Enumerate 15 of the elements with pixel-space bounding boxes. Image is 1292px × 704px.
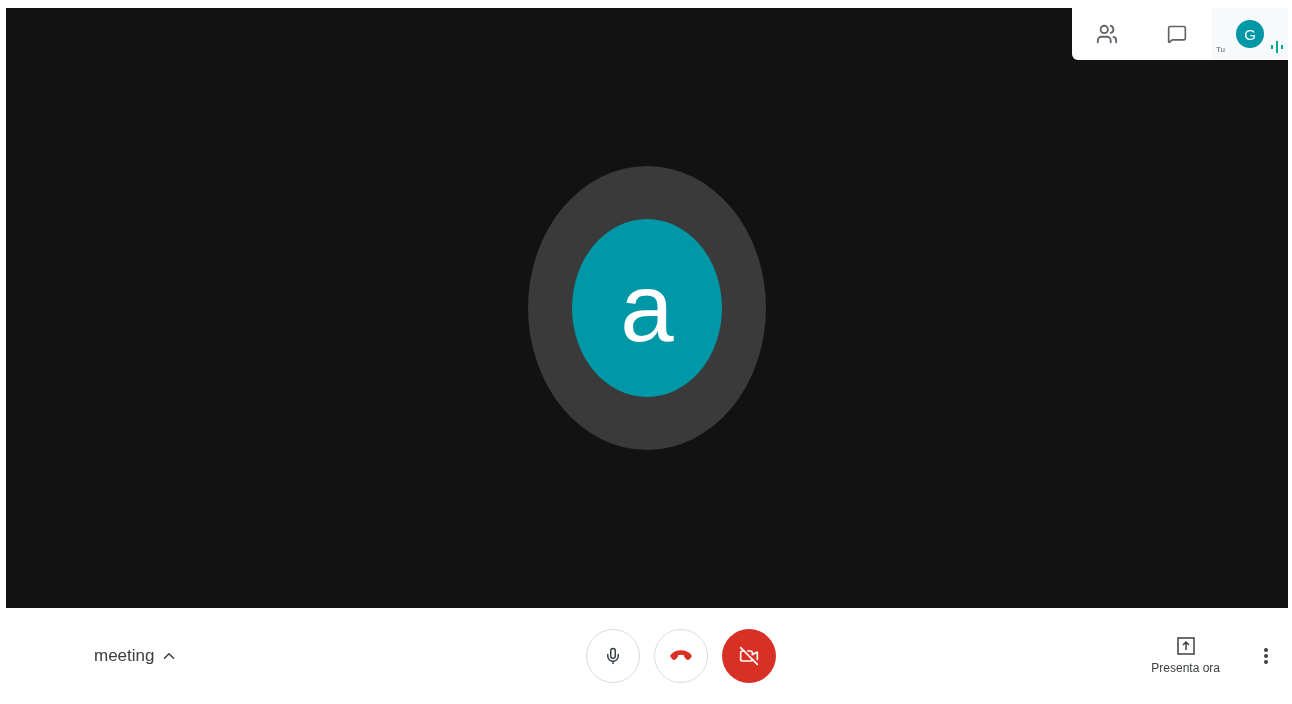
mic-icon — [604, 647, 622, 665]
more-options-button[interactable] — [1264, 648, 1268, 664]
participant-avatar: a — [572, 219, 722, 397]
meeting-name: meeting — [94, 646, 155, 666]
mic-button[interactable] — [586, 629, 640, 683]
camera-button[interactable] — [722, 629, 776, 683]
self-label: Tu — [1216, 45, 1226, 54]
hang-up-button[interactable] — [654, 629, 708, 683]
present-icon — [1176, 637, 1195, 655]
more-icon — [1264, 648, 1268, 664]
chat-icon — [1167, 24, 1187, 44]
camera-off-icon — [739, 646, 759, 666]
present-button[interactable]: Presenta ora — [1151, 637, 1220, 675]
people-icon — [1096, 23, 1118, 45]
self-avatar: G — [1236, 20, 1264, 48]
